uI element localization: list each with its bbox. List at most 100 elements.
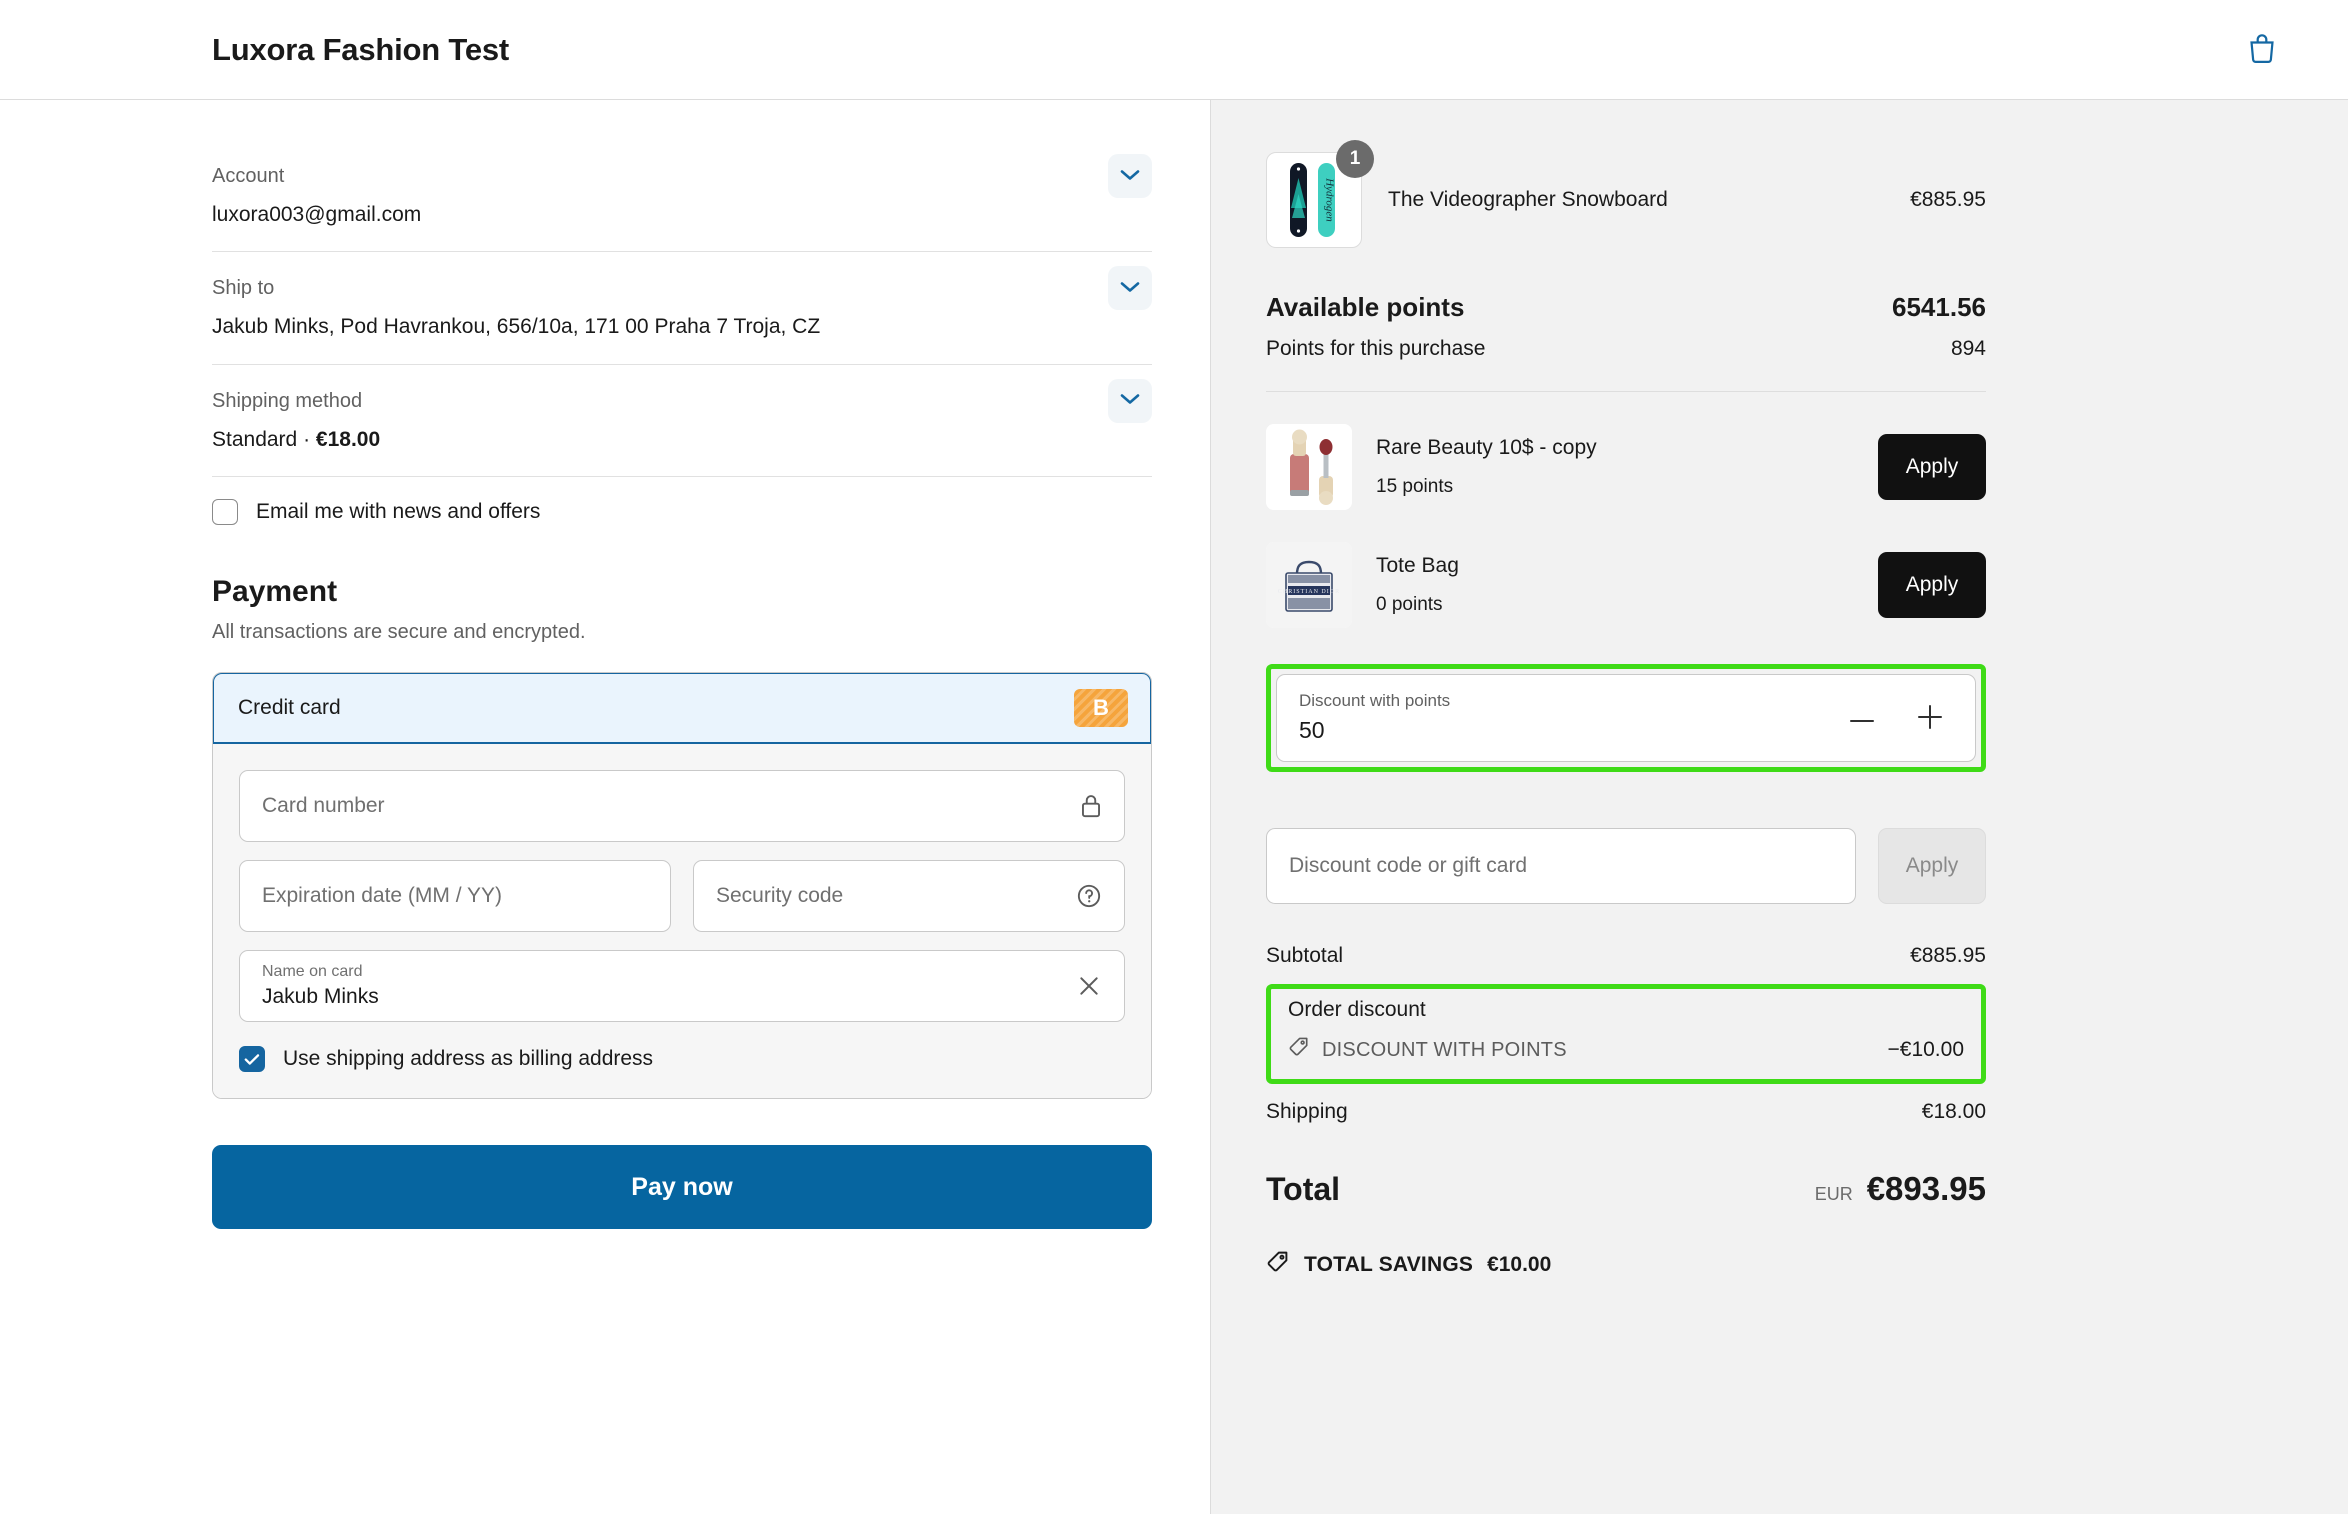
email-optin-label: Email me with news and offers (256, 500, 541, 524)
payment-card: Credit card B Card number Expiration dat… (212, 672, 1152, 1100)
points-decrement-button[interactable] (1845, 701, 1879, 735)
billing-same-row[interactable]: Use shipping address as billing address (239, 1046, 1125, 1073)
discount-tag-icon (1288, 1036, 1310, 1064)
expiration-date-placeholder: Expiration date (MM / YY) (262, 884, 503, 908)
reward-points: 15 points (1376, 476, 1454, 497)
change-shipping-method-button[interactable] (1108, 378, 1152, 423)
apply-reward-button[interactable]: Apply (1878, 434, 1986, 500)
lipgloss-image (1266, 424, 1352, 510)
shipping-method-value: Standard · €18.00 (212, 425, 1152, 454)
review-row-ship-to: Ship to Jakub Minks, Pod Havrankou, 656/… (212, 266, 1152, 365)
order-discount-line: DISCOUNT WITH POINTS −€10.00 (1288, 1036, 1964, 1064)
email-optin-checkbox[interactable] (212, 499, 238, 526)
shipping-method-label: Shipping method (212, 389, 363, 412)
name-on-card-value: Jakub Minks (262, 985, 379, 1009)
billing-same-checkbox[interactable] (239, 1046, 265, 1073)
order-discount-highlight: Order discount DISCOUNT WITH POINTS −€10… (1266, 984, 1986, 1084)
reward-name: Tote Bag (1376, 554, 1459, 577)
shipping-value: €18.00 (1921, 1100, 1986, 1123)
available-points-label: Available points (1266, 292, 1465, 322)
plus-icon (1917, 704, 1943, 733)
reward-details: Tote Bag 0 points (1376, 554, 1854, 616)
total-amount: €893.95 (1866, 1170, 1986, 1207)
shipping-method-name: Standard · (212, 427, 316, 451)
chevron-down-icon (1120, 393, 1140, 408)
total-row: Total EUR €893.95 (1266, 1170, 1986, 1208)
security-code-placeholder: Security code (716, 884, 844, 908)
discount-code-input[interactable]: Discount code or gift card (1266, 828, 1856, 904)
points-stepper-highlight: Discount with points 50 (1266, 664, 1986, 772)
reward-name: Rare Beauty 10$ - copy (1376, 436, 1597, 459)
card-number-field[interactable]: Card number (239, 770, 1125, 843)
purchase-points-value: 894 (1950, 337, 1986, 360)
subtotal-row: Subtotal €885.95 (1266, 944, 1986, 968)
order-line-item: Hydrogen 1 The Videographer Snowboard €8… (1266, 140, 1986, 248)
subtotal-label: Subtotal (1266, 944, 1344, 967)
purchase-points-label: Points for this purchase (1266, 337, 1486, 360)
payment-subtitle: All transactions are secure and encrypte… (212, 621, 586, 644)
pay-now-button[interactable]: Pay now (212, 1145, 1152, 1230)
payment-method-label: Credit card (238, 696, 341, 720)
checkout-form-column: Account luxora003@gmail.com Ship to Jaku… (0, 100, 1211, 1514)
line-item-thumb-wrap: Hydrogen 1 (1266, 140, 1374, 248)
shipping-method-price: €18.00 (315, 427, 381, 451)
line-item-price: €885.95 (1910, 188, 1986, 211)
email-optin-row[interactable]: Email me with news and offers (212, 499, 1152, 526)
security-code-field[interactable]: Security code (693, 860, 1125, 933)
bogus-gateway-icon: B (1074, 689, 1128, 728)
question-circle-icon[interactable] (1076, 883, 1102, 909)
svg-text:CHRISTIAN DIOR: CHRISTIAN DIOR (1278, 589, 1340, 595)
shopping-bag-icon (2247, 32, 2277, 67)
savings-tag-icon (1266, 1250, 1290, 1279)
order-discount-label: Order discount (1288, 998, 1426, 1021)
expiration-date-field[interactable]: Expiration date (MM / YY) (239, 860, 671, 933)
payment-method-credit-card[interactable]: Credit card B (213, 673, 1151, 745)
minus-icon (1849, 711, 1875, 726)
checkout-page: Luxora Fashion Test Account luxora003@gm… (0, 0, 2348, 1514)
total-value-wrap: EUR €893.95 (1815, 1170, 1986, 1208)
points-stepper-label: Discount with points (1299, 691, 1451, 710)
page-header: Luxora Fashion Test (0, 0, 2348, 100)
apply-discount-code-button[interactable]: Apply (1878, 828, 1986, 904)
tote-bag-image: CHRISTIAN DIOR (1266, 542, 1352, 628)
discount-code-placeholder: Discount code or gift card (1289, 854, 1528, 877)
ship-to-value: Jakub Minks, Pod Havrankou, 656/10a, 171… (212, 315, 821, 339)
total-savings-row: TOTAL SAVINGS €10.00 (1266, 1250, 1986, 1279)
name-on-card-label: Name on card (262, 963, 363, 981)
points-divider (1266, 391, 1986, 392)
available-points-value: 6541.56 (1892, 292, 1986, 322)
total-savings-value: €10.00 (1487, 1252, 1552, 1276)
points-increment-button[interactable] (1913, 701, 1947, 735)
payment-fields: Card number Expiration date (MM / YY) Se… (213, 744, 1151, 1099)
card-expiry-cvv-row: Expiration date (MM / YY) Security code (239, 860, 1125, 933)
points-stepper-controls (1845, 701, 1947, 735)
clear-x-icon[interactable] (1076, 973, 1102, 999)
reward-points: 0 points (1376, 594, 1443, 615)
svg-text:Hydrogen: Hydrogen (1324, 177, 1336, 222)
change-account-button[interactable] (1108, 154, 1152, 198)
subtotal-value: €885.95 (1910, 944, 1986, 967)
account-label: Account (212, 165, 285, 187)
checkout-body: Account luxora003@gmail.com Ship to Jaku… (0, 100, 2348, 1514)
discount-with-points-stepper[interactable]: Discount with points 50 (1276, 674, 1976, 762)
order-discount-amount: −€10.00 (1887, 1038, 1965, 1061)
ship-to-label: Ship to (212, 277, 275, 300)
points-stepper-value: 50 (1299, 717, 1325, 743)
total-label: Total (1266, 1171, 1341, 1207)
order-discount-code-wrap: DISCOUNT WITH POINTS (1288, 1036, 1567, 1064)
apply-reward-button[interactable]: Apply (1878, 552, 1986, 618)
purchase-points-row: Points for this purchase 894 (1266, 337, 1986, 361)
name-on-card-field[interactable]: Name on card Jakub Minks (239, 950, 1125, 1023)
account-value: luxora003@gmail.com (212, 203, 422, 226)
reward-details: Rare Beauty 10$ - copy 15 points (1376, 436, 1854, 498)
shipping-label: Shipping (1266, 1100, 1348, 1123)
discount-code-row: Discount code or gift card Apply (1266, 828, 1986, 904)
order-discount-block: Order discount DISCOUNT WITH POINTS −€10… (1276, 994, 1976, 1074)
review-row-account: Account luxora003@gmail.com (212, 154, 1152, 253)
payment-heading: Payment (212, 575, 338, 609)
review-row-shipping-method: Shipping method Standard · €18.00 (212, 378, 1152, 478)
change-shipping-address-button[interactable] (1108, 266, 1152, 311)
reward-item: Rare Beauty 10$ - copy 15 points Apply (1266, 424, 1986, 510)
cart-toggle-button[interactable] (2236, 24, 2288, 76)
total-currency: EUR (1814, 1184, 1853, 1204)
